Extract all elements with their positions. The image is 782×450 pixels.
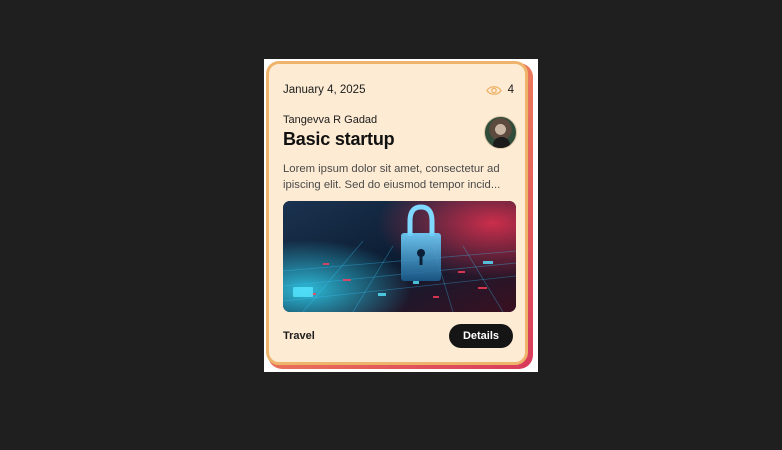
category-tag[interactable]: Travel [283,330,315,342]
post-cover-image[interactable] [283,201,516,312]
post-title[interactable]: Basic startup [283,129,395,150]
eye-icon [485,85,502,96]
card-frame: January 4, 2025 4 Tangevva R Gadad Basic… [264,59,538,372]
post-description: Lorem ipsum dolor sit amet, consectetur … [283,161,518,193]
post-card[interactable]: January 4, 2025 4 Tangevva R Gadad Basic… [266,61,528,365]
card-header-row: January 4, 2025 4 [283,84,514,96]
description-line-2: ipiscing elit. Sed do eiusmod tempor inc… [283,179,501,191]
card-footer-row: Travel Details [283,324,513,348]
details-button[interactable]: Details [449,324,513,348]
post-date: January 4, 2025 [283,84,366,96]
description-line-1: Lorem ipsum dolor sit amet, consectetur … [283,163,500,175]
avatar[interactable] [484,116,517,149]
view-count: 4 [485,84,514,96]
view-count-value: 4 [507,84,514,96]
author-name: Tangevva R Gadad [283,114,378,126]
